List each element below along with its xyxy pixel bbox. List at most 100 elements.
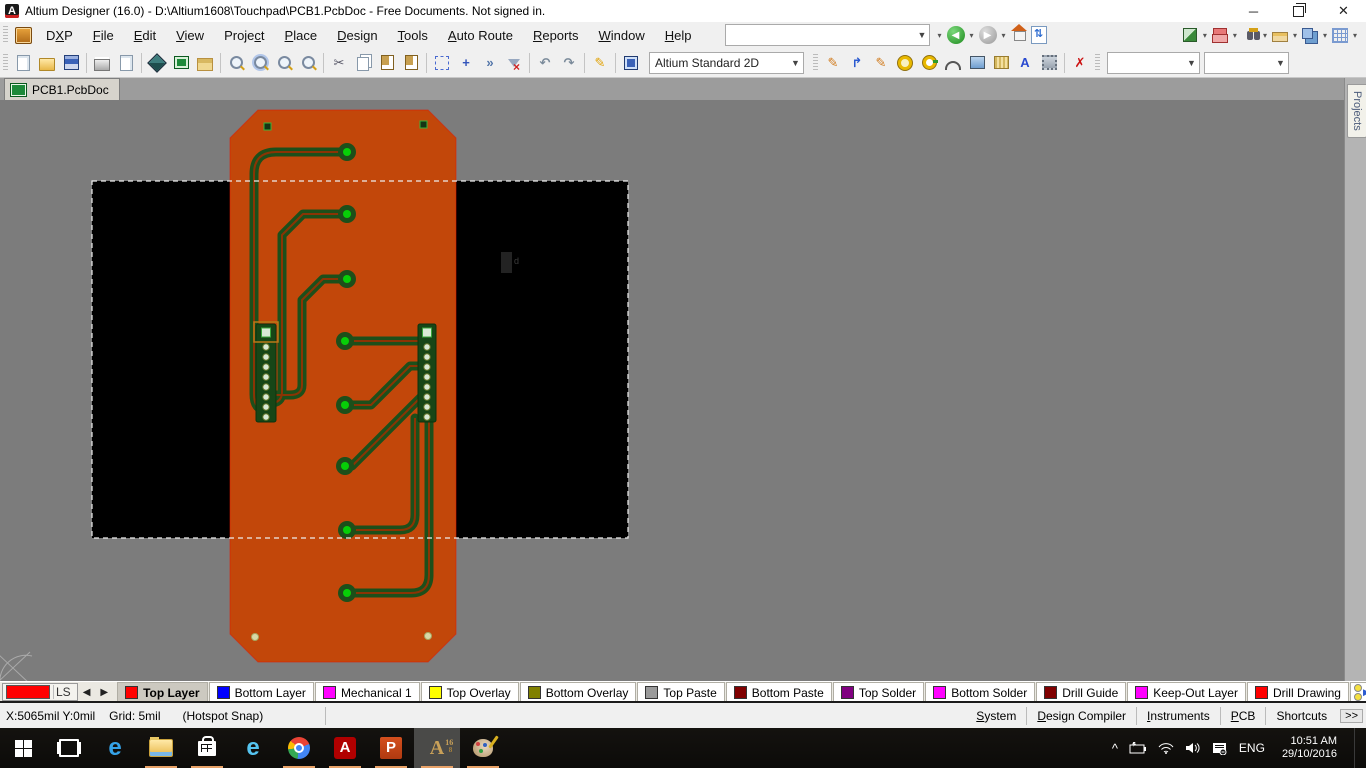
layer-tabs-options[interactable]: ▶ xyxy=(1350,682,1366,702)
panel-button-system[interactable]: System xyxy=(966,709,1026,723)
connector-pin-pad[interactable] xyxy=(263,354,269,360)
place-string-icon[interactable]: A xyxy=(1014,52,1036,74)
save-document-icon[interactable] xyxy=(60,52,82,74)
menu-auto-route[interactable]: Auto Route xyxy=(438,25,523,46)
menu-reports[interactable]: Reports xyxy=(523,25,589,46)
panel-button-instruments[interactable]: Instruments xyxy=(1137,709,1220,723)
connector-pin-pad[interactable] xyxy=(424,344,430,350)
find-icon[interactable] xyxy=(1239,24,1261,46)
corner-mounting-pad[interactable] xyxy=(252,634,259,641)
connector-pin-pad[interactable] xyxy=(263,384,269,390)
scroll-layers-right[interactable]: ▶ xyxy=(95,687,113,698)
place-arc-icon[interactable] xyxy=(942,52,964,74)
home-icon[interactable] xyxy=(1011,30,1027,44)
layer-tab-top-overlay[interactable]: Top Overlay xyxy=(421,682,519,702)
measure-icon[interactable] xyxy=(1179,24,1201,46)
show-desktop-button[interactable] xyxy=(1354,728,1360,768)
layer-tab-top-solder[interactable]: Top Solder xyxy=(833,682,924,702)
zoom-area-icon[interactable] xyxy=(249,52,271,74)
copy-icon[interactable] xyxy=(352,52,374,74)
menu-help[interactable]: Help xyxy=(655,25,702,46)
smart-wand-icon[interactable]: ✎ xyxy=(589,52,611,74)
minimize-button[interactable]: ─ xyxy=(1231,0,1276,22)
rooms-icon[interactable] xyxy=(1299,24,1321,46)
panel-button-shortcuts[interactable]: Shortcuts xyxy=(1266,709,1337,723)
restore-button[interactable] xyxy=(1276,0,1321,22)
connector-pin-pad[interactable] xyxy=(424,374,430,380)
menu-edit[interactable]: Edit xyxy=(124,25,166,46)
layer-tab-top-layer[interactable]: Top Layer xyxy=(117,682,207,702)
connector-pin-pad[interactable] xyxy=(424,384,430,390)
layer-tab-bottom-layer[interactable]: Bottom Layer xyxy=(209,682,314,702)
rooms-dropdown[interactable]: ▾ xyxy=(1323,31,1327,40)
layer-tab-mechanical-1[interactable]: Mechanical 1 xyxy=(315,682,420,702)
connector-pin-pad[interactable] xyxy=(424,354,430,360)
browse-library-icon[interactable] xyxy=(620,52,642,74)
panel-button-design-compiler[interactable]: Design Compiler xyxy=(1027,709,1136,723)
paste-icon[interactable] xyxy=(376,52,398,74)
menu-project[interactable]: Project xyxy=(214,25,274,46)
dimension-dropdown[interactable]: ▾ xyxy=(1293,31,1297,40)
projects-panel-tab[interactable]: Projects xyxy=(1347,84,1366,138)
connector-pin-pad[interactable] xyxy=(424,404,430,410)
interactive-routing-icon[interactable]: ✎ xyxy=(822,52,844,74)
toolbar-grip[interactable] xyxy=(3,26,8,44)
connector-pin-pad[interactable] xyxy=(263,414,269,420)
menu-tools[interactable]: Tools xyxy=(388,25,438,46)
redo-icon[interactable]: ↷ xyxy=(558,52,580,74)
taskbar-internet-explorer-icon[interactable]: e xyxy=(230,728,276,768)
zoom-selected-icon[interactable] xyxy=(297,52,319,74)
view-mode-combobox[interactable]: Altium Standard 2D▼ xyxy=(649,52,804,74)
scroll-layers-left[interactable]: ◀ xyxy=(78,687,96,698)
grid-settings-icon[interactable] xyxy=(1329,24,1351,46)
zoom-in-icon[interactable] xyxy=(273,52,295,74)
view-3d-icon[interactable] xyxy=(146,52,168,74)
layer-tab-bottom-paste[interactable]: Bottom Paste xyxy=(726,682,832,702)
undo-icon[interactable]: ↶ xyxy=(534,52,556,74)
layer-tab-drill-drawing[interactable]: Drill Drawing xyxy=(1247,682,1349,702)
select-area-icon[interactable] xyxy=(431,52,453,74)
place-array-icon[interactable] xyxy=(990,52,1012,74)
toolbar-grip[interactable] xyxy=(813,54,818,72)
place-via-icon[interactable] xyxy=(918,52,940,74)
layer-tab-drill-guide[interactable]: Drill Guide xyxy=(1036,682,1126,702)
address-combobox[interactable]: ▼ xyxy=(725,24,930,46)
connector-pin-pad[interactable] xyxy=(424,394,430,400)
clear-filter-icon[interactable] xyxy=(503,52,525,74)
taskbar-powerpoint-icon[interactable]: P xyxy=(368,728,414,768)
speaker-icon[interactable] xyxy=(1185,742,1201,754)
connector-pin-pad[interactable] xyxy=(263,364,269,370)
taskbar-start-icon[interactable] xyxy=(0,728,46,768)
menu-view[interactable]: View xyxy=(166,25,214,46)
print-icon[interactable] xyxy=(91,52,113,74)
taskbar-chrome-icon[interactable] xyxy=(276,728,322,768)
close-button[interactable]: ✕ xyxy=(1321,0,1366,22)
connector-pin-pad[interactable] xyxy=(263,404,269,410)
tray-expand-icon[interactable]: ^ xyxy=(1112,741,1118,756)
menu-design[interactable]: Design xyxy=(327,25,387,46)
layer-stack-dropdown[interactable]: ▾ xyxy=(1233,31,1237,40)
layer-tab-keep-out-layer[interactable]: Keep-Out Layer xyxy=(1127,682,1246,702)
connector-pin-pad[interactable] xyxy=(263,394,269,400)
action-center-icon[interactable] xyxy=(1212,742,1228,755)
panel-button-pcb[interactable]: PCB xyxy=(1221,709,1266,723)
route-escape-icon[interactable]: ↱ xyxy=(846,52,868,74)
zoom-fit-icon[interactable] xyxy=(225,52,247,74)
place-fill-icon[interactable] xyxy=(966,52,988,74)
layer-tab-bottom-solder[interactable]: Bottom Solder xyxy=(925,682,1035,702)
place-pad-icon[interactable] xyxy=(894,52,916,74)
taskbar-paint-icon[interactable] xyxy=(460,728,506,768)
more-panels-button[interactable]: >> xyxy=(1340,709,1363,723)
layer-set-control[interactable]: LS xyxy=(2,683,78,701)
toolbar-grip[interactable] xyxy=(3,54,8,72)
differential-pair-icon[interactable]: ✎ xyxy=(870,52,892,74)
dimension-icon[interactable] xyxy=(1269,24,1291,46)
print-preview-icon[interactable] xyxy=(115,52,137,74)
menu-place[interactable]: Place xyxy=(275,25,328,46)
connector-pin-pad[interactable] xyxy=(263,344,269,350)
workspace-panel-icon[interactable] xyxy=(194,52,216,74)
layer-tab-bottom-overlay[interactable]: Bottom Overlay xyxy=(520,682,637,702)
connector-pin-pad[interactable] xyxy=(424,414,430,420)
grid-settings-dropdown[interactable]: ▾ xyxy=(1353,31,1357,40)
taskbar-edge-icon[interactable]: e xyxy=(92,728,138,768)
